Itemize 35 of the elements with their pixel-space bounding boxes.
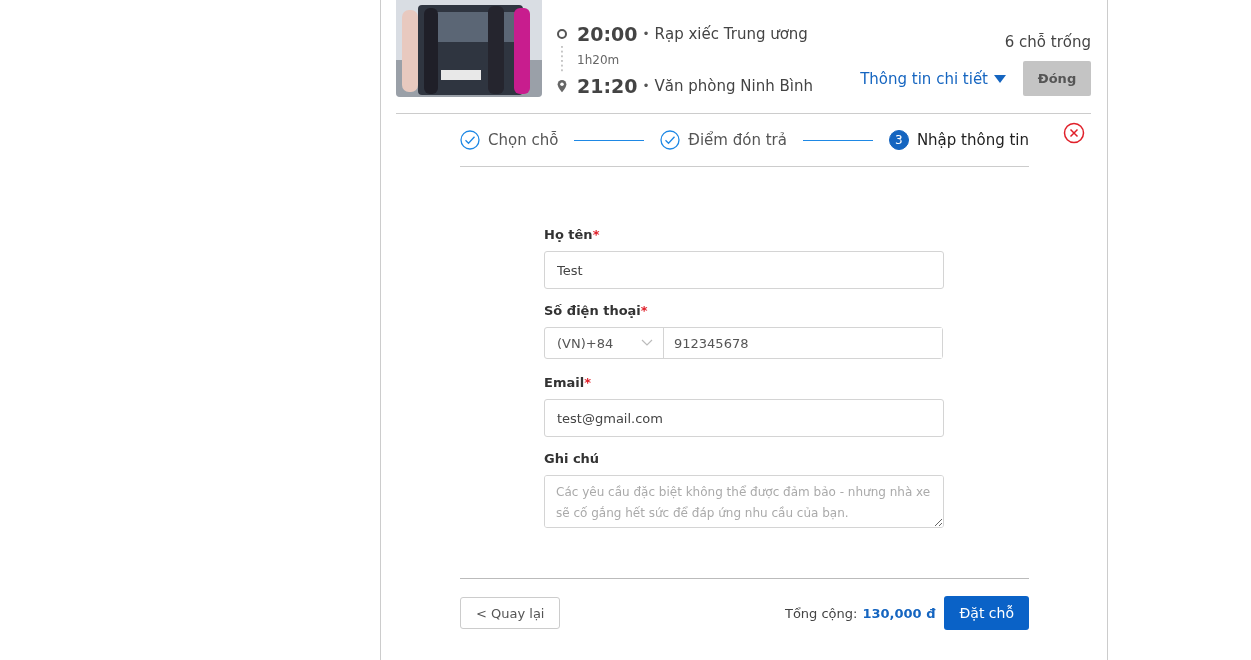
field-label: Email xyxy=(544,375,585,390)
required-mark: * xyxy=(592,227,600,242)
step: 3 Nhập thông tin xyxy=(888,130,1029,150)
total-price: 130,000 đ xyxy=(862,605,936,621)
back-button[interactable]: < Quay lại xyxy=(460,597,561,629)
separator-dot: • xyxy=(642,27,650,41)
arrival-time: 21:20 xyxy=(577,75,638,97)
departure-place: Rạp xiếc Trung ương xyxy=(654,25,808,43)
separator-dot: • xyxy=(642,79,650,93)
caret-icon xyxy=(994,74,1006,83)
close-icon[interactable] xyxy=(1063,122,1085,144)
seats-available: 6 chỗ trống xyxy=(1004,33,1091,51)
details-link[interactable]: Thông tin chi tiết xyxy=(860,69,1006,88)
required-mark: * xyxy=(640,303,648,318)
total-label: Tổng cộng: xyxy=(784,605,858,621)
circle-icon xyxy=(556,27,568,41)
chevron-down-icon xyxy=(641,339,653,347)
required-mark: * xyxy=(584,375,591,390)
book-button[interactable]: Đặt chỗ xyxy=(944,596,1029,630)
arrival-place: Văn phòng Ninh Bình xyxy=(654,77,813,95)
close-button[interactable]: Đóng xyxy=(1023,61,1091,96)
note-field[interactable]: Các yêu cầu đặc biệt không thể được đảm bảo - nhưng nhà xe sẽ cố gắng hết sức để đáp ứng nhu cầu của bạn. xyxy=(544,475,944,528)
field-label: Số điện thoại xyxy=(544,303,641,318)
field-label: Ghi chú xyxy=(544,451,600,466)
duration: 1h20m xyxy=(577,53,620,67)
step: Chọn chỗ xyxy=(460,130,559,150)
check-circle-icon xyxy=(460,130,480,150)
input-field[interactable]: test@gmail.com xyxy=(544,399,944,437)
field-label: Họ tên xyxy=(544,227,593,242)
location-pin-icon xyxy=(556,79,568,93)
departure-time: 20:00 xyxy=(577,23,638,45)
phone-field[interactable]: (VN)+84 912345678 xyxy=(544,327,943,359)
input-field[interactable]: Test xyxy=(544,251,944,289)
step: Điểm đón trả xyxy=(660,130,787,150)
check-circle-icon xyxy=(660,130,681,150)
